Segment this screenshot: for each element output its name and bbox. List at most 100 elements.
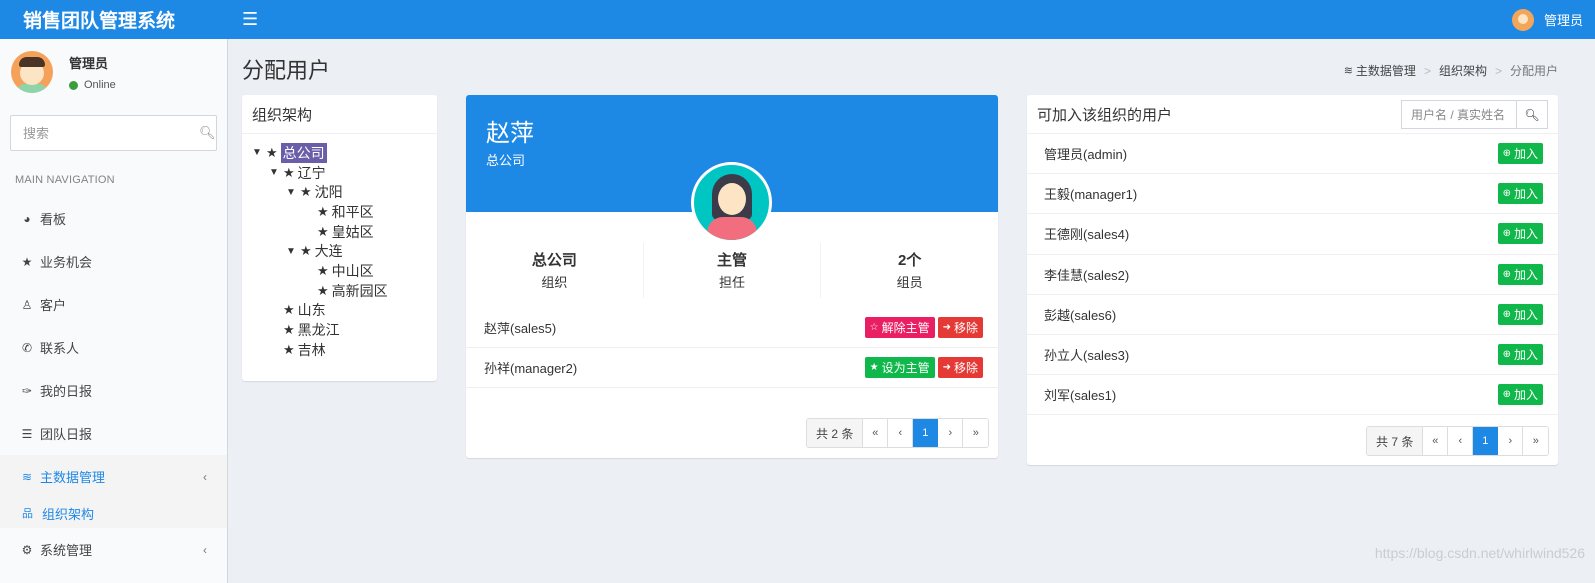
sidebar-item[interactable]: ☰ 团队日报 bbox=[0, 412, 227, 455]
tree-node-label[interactable]: 中山区 bbox=[332, 261, 374, 281]
search-icon[interactable]: 🔍︎ bbox=[199, 125, 216, 141]
star-icon: ★ bbox=[283, 322, 295, 338]
user-name: 刘军(sales1) bbox=[1044, 388, 1117, 404]
online-dot-icon bbox=[69, 80, 78, 90]
page-title: 分配用户 bbox=[242, 58, 331, 83]
sidebar-search-input[interactable] bbox=[23, 125, 199, 141]
plus-circle-icon: ⊕ bbox=[1502, 228, 1511, 240]
pagination-current[interactable]: 1 bbox=[913, 419, 939, 447]
add-user-button[interactable]: ⊕ 加入 bbox=[1497, 344, 1543, 366]
profile-name: 赵萍 bbox=[486, 120, 534, 147]
breadcrumb-item[interactable]: 主数据管理 bbox=[1356, 62, 1416, 79]
breadcrumb-current: 分配用户 bbox=[1509, 64, 1558, 78]
user-icon: ♙ bbox=[21, 297, 33, 312]
tree-node[interactable]: ★ 高新园区 bbox=[242, 281, 437, 301]
remove-button[interactable]: ➜ 移除 bbox=[937, 357, 983, 378]
pagination-current[interactable]: 1 bbox=[1473, 427, 1499, 455]
pagination-next[interactable]: › bbox=[1498, 427, 1524, 455]
tree-node-label[interactable]: 皇姑区 bbox=[332, 222, 374, 242]
org-tree: ▼ ★ 总公司 ▼ ★ 辽宁 ▼ ★ 沈阳 ★ 和平区 ★ 皇姑区 ▼ ★ 大连 ★ 中山区 ★ 高新园区 ★ 山东 ★ 黑龙… bbox=[242, 134, 437, 360]
tree-node-label[interactable]: 大连 bbox=[315, 241, 343, 261]
toggle-manager-button[interactable]: ☆ 解除主管 bbox=[864, 317, 935, 338]
sidebar-item[interactable]: ◕ 看板 bbox=[0, 197, 227, 240]
watermark: https://blog.csdn.net/whirlwind526 bbox=[1374, 545, 1585, 561]
tree-node[interactable]: ▼ ★ 大连 bbox=[242, 241, 437, 261]
add-user-button[interactable]: ⊕ 加入 bbox=[1497, 143, 1543, 165]
tree-node[interactable]: ★ 和平区 bbox=[242, 202, 437, 222]
pagination-first[interactable]: « bbox=[1423, 427, 1449, 455]
sidebar-item[interactable]: ≋ 主数据管理 ‹ bbox=[0, 455, 227, 498]
header-user-menu[interactable]: 管理员 bbox=[1511, 0, 1583, 39]
breadcrumb-item[interactable]: 组织架构 bbox=[1439, 62, 1487, 79]
sidebar-item-label: 我的日报 bbox=[40, 384, 93, 399]
star-icon: ★ bbox=[869, 362, 879, 373]
search-button[interactable]: 🔍︎ bbox=[1516, 100, 1548, 129]
expand-toggle-icon[interactable]: ▼ bbox=[286, 246, 300, 257]
star-icon: ★ bbox=[317, 282, 329, 298]
tree-node[interactable]: ▼ ★ 沈阳 bbox=[242, 182, 437, 202]
sidebar-item[interactable]: ★ 业务机会 bbox=[0, 240, 227, 283]
add-user-button[interactable]: ⊕ 加入 bbox=[1497, 384, 1543, 406]
tree-node[interactable]: ▼ ★ 辽宁 bbox=[242, 163, 437, 183]
plus-circle-icon: ⊕ bbox=[1502, 268, 1511, 280]
expand-toggle-icon[interactable]: ▼ bbox=[286, 187, 300, 198]
tree-node[interactable]: ★ 中山区 bbox=[242, 261, 437, 281]
tree-node[interactable]: ★ 皇姑区 bbox=[242, 222, 437, 242]
pagination-last[interactable]: » bbox=[963, 419, 989, 447]
tree-node-label[interactable]: 辽宁 bbox=[298, 163, 326, 183]
expand-toggle-icon[interactable]: ▼ bbox=[269, 167, 283, 178]
tree-node-label[interactable]: 沈阳 bbox=[315, 182, 343, 202]
plus-circle-icon: ⊕ bbox=[1502, 349, 1511, 361]
sidebar-item[interactable]: ✆ 联系人 bbox=[0, 326, 227, 369]
tree-node-label[interactable]: 黑龙江 bbox=[298, 320, 340, 340]
tree-node[interactable]: ★ 吉林 bbox=[242, 340, 437, 360]
tree-node-label[interactable]: 总公司 bbox=[280, 142, 327, 163]
add-user-button[interactable]: ⊕ 加入 bbox=[1497, 223, 1543, 245]
user-pagination: 共 7 条 « ‹ 1 › » bbox=[1366, 426, 1550, 456]
member-row: 赵萍(sales5) ☆ 解除主管 ➜ 移除 bbox=[466, 308, 998, 348]
org-tree-box: 组织架构 ▼ ★ 总公司 ▼ ★ 辽宁 ▼ ★ 沈阳 ★ 和平区 ★ 皇姑区 ▼ ★ 大连 ★ 中山区 ★ 高新园区 ★… bbox=[242, 95, 437, 381]
thumbtack-icon: ✑ bbox=[21, 383, 33, 398]
tree-node[interactable]: ★ 黑龙江 bbox=[242, 320, 437, 340]
expand-toggle-icon[interactable]: ▼ bbox=[252, 147, 266, 158]
sidebar-item[interactable]: ♙ 客户 bbox=[0, 283, 227, 326]
pagination-next[interactable]: › bbox=[938, 419, 964, 447]
add-user-button[interactable]: ⊕ 加入 bbox=[1497, 303, 1543, 325]
tree-node[interactable]: ★ 山东 bbox=[242, 301, 437, 321]
sidebar-item-label: 联系人 bbox=[40, 341, 80, 356]
user-search-input[interactable] bbox=[1401, 100, 1516, 129]
tree-node[interactable]: ▼ ★ 总公司 bbox=[242, 142, 437, 163]
avatar bbox=[11, 51, 53, 93]
sidebar-item[interactable]: ⚙ 系统管理 ‹ bbox=[0, 528, 227, 571]
add-user-button[interactable]: ⊕ 加入 bbox=[1497, 183, 1543, 205]
online-status-label: Online bbox=[84, 79, 116, 91]
stat-value: 2个 bbox=[898, 252, 922, 269]
menu-toggle-icon[interactable]: ☰ bbox=[242, 9, 258, 30]
available-user-list: 管理员(admin) ⊕ 加入 王毅(manager1) ⊕ 加入 王德刚(sales4) ⊕… bbox=[1027, 134, 1558, 416]
user-row: 管理员(admin) ⊕ 加入 bbox=[1027, 134, 1558, 175]
dashboard-icon: ◕ bbox=[23, 211, 31, 226]
member-name: 赵萍(sales5) bbox=[484, 321, 557, 336]
sidebar-item-label: 团队日报 bbox=[40, 427, 93, 442]
header-avatar bbox=[1511, 8, 1534, 31]
button-label: 加入 bbox=[1513, 267, 1538, 282]
add-user-button[interactable]: ⊕ 加入 bbox=[1497, 263, 1543, 285]
tree-node-label[interactable]: 吉林 bbox=[298, 340, 326, 360]
tree-node-label[interactable]: 山东 bbox=[298, 300, 326, 320]
app-brand[interactable]: 销售团队管理系统 bbox=[0, 0, 228, 39]
tree-node-label[interactable]: 和平区 bbox=[332, 202, 374, 222]
pagination-first[interactable]: « bbox=[863, 419, 889, 447]
pagination-info: 共 2 条 bbox=[807, 419, 864, 447]
remove-button[interactable]: ➜ 移除 bbox=[937, 317, 983, 338]
pagination-prev[interactable]: ‹ bbox=[888, 419, 914, 447]
pagination-prev[interactable]: ‹ bbox=[1448, 427, 1474, 455]
star-icon: ★ bbox=[317, 262, 329, 278]
star-icon: ★ bbox=[283, 164, 295, 180]
sidebar-subitem-label: 组织架构 bbox=[42, 506, 95, 522]
tree-node-label[interactable]: 高新园区 bbox=[332, 281, 388, 301]
toggle-manager-button[interactable]: ★ 设为主管 bbox=[864, 357, 935, 378]
pagination-last[interactable]: » bbox=[1523, 427, 1549, 455]
list-icon: ☰ bbox=[21, 426, 33, 441]
sidebar-item[interactable]: ✑ 我的日报 bbox=[0, 369, 227, 412]
sidebar-subitem-org[interactable]: 品组织架构 bbox=[0, 498, 227, 528]
